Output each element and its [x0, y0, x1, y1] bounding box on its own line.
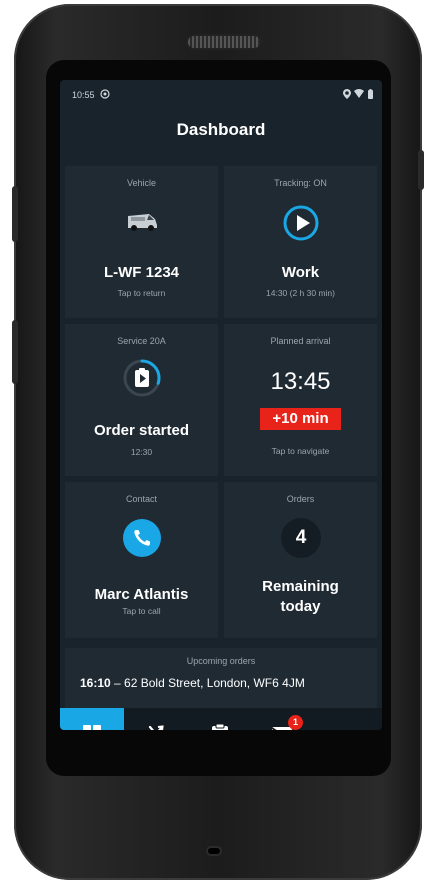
orders-label-line1: Remaining	[262, 578, 339, 595]
upcoming-time: 16:10	[80, 676, 111, 690]
arrival-caption: Planned arrival	[270, 336, 331, 346]
volume-button	[12, 186, 18, 242]
upcoming-separator: –	[110, 676, 125, 690]
nav-dashboard[interactable]	[60, 708, 124, 730]
orders-caption: Orders	[286, 494, 315, 504]
vehicle-tile[interactable]: Vehicle L-WF 1234 Tap to return	[65, 166, 218, 318]
orders-label-line2: today	[280, 598, 321, 615]
earpiece-speaker	[188, 36, 260, 48]
route-icon	[146, 724, 166, 730]
contact-tile[interactable]: Contact Marc Atlantis Tap to call	[65, 482, 218, 638]
arrival-sub: Tap to navigate	[271, 446, 330, 456]
order-progress-icon	[122, 358, 162, 403]
upcoming-address: 62 Bold Street, London, WF6 4JM	[124, 676, 305, 690]
upcoming-caption: Upcoming orders	[186, 656, 256, 666]
arrival-time: 13:45	[270, 368, 331, 395]
side-button	[12, 320, 18, 384]
clipboard-icon	[211, 723, 229, 730]
more-icon	[339, 727, 359, 730]
mail-icon: 1	[271, 714, 303, 730]
service-tile[interactable]: Service 20A Order started 12:30	[65, 324, 218, 476]
nav-messages[interactable]: 1	[252, 708, 316, 730]
tracking-mode: Work	[281, 264, 320, 281]
page-title: Dashboard	[176, 120, 266, 139]
orders-tile[interactable]: Orders 4 Remaining today	[224, 482, 377, 638]
phone-icon[interactable]	[122, 518, 162, 563]
battery-icon	[368, 89, 373, 101]
unread-badge: 1	[288, 714, 303, 730]
contact-caption: Contact	[125, 494, 158, 504]
upcoming-order-line: 16:10 – 62 Bold Street, London, WF6 4JM	[80, 676, 305, 690]
contact-sub: Tap to call	[122, 606, 161, 616]
service-status: Order started	[93, 422, 190, 439]
service-time: 12:30	[130, 447, 153, 457]
vehicle-caption: Vehicle	[126, 178, 157, 188]
delay-badge: +10 min	[260, 408, 341, 430]
tracking-sub: 14:30 (2 h 30 min)	[266, 288, 335, 298]
location-icon	[343, 89, 351, 101]
status-time: 10:55	[72, 90, 95, 100]
nav-more[interactable]	[316, 708, 382, 730]
arrival-tile[interactable]: Planned arrival 13:45 +10 min Tap to nav…	[224, 324, 377, 476]
tracking-caption: Tracking: ON	[274, 178, 327, 188]
vehicle-sub: Tap to return	[117, 288, 166, 298]
sync-icon	[100, 89, 110, 101]
status-bar: 10:55	[60, 80, 382, 106]
tracking-tile[interactable]: Tracking: ON Work 14:30 (2 h 30 min)	[224, 166, 377, 318]
bottom-nav: 1	[60, 708, 382, 730]
nav-route[interactable]	[124, 708, 188, 730]
vehicle-plate: L-WF 1234	[103, 264, 179, 281]
upcoming-orders[interactable]: Upcoming orders 16:10 – 62 Bold Street, …	[65, 648, 377, 708]
service-caption: Service 20A	[117, 336, 166, 346]
nav-orders[interactable]	[188, 708, 252, 730]
screen: 10:55 Dashboard Vehicle L-WF 1234 Tap to…	[60, 80, 382, 730]
van-icon	[125, 210, 159, 237]
bottom-sensor	[208, 848, 220, 854]
orders-count: 4	[281, 518, 321, 558]
power-button	[418, 150, 424, 190]
wifi-icon	[354, 89, 364, 100]
play-icon[interactable]	[282, 204, 320, 247]
dashboard-grid-icon	[82, 724, 102, 730]
contact-name: Marc Atlantis	[94, 586, 189, 603]
